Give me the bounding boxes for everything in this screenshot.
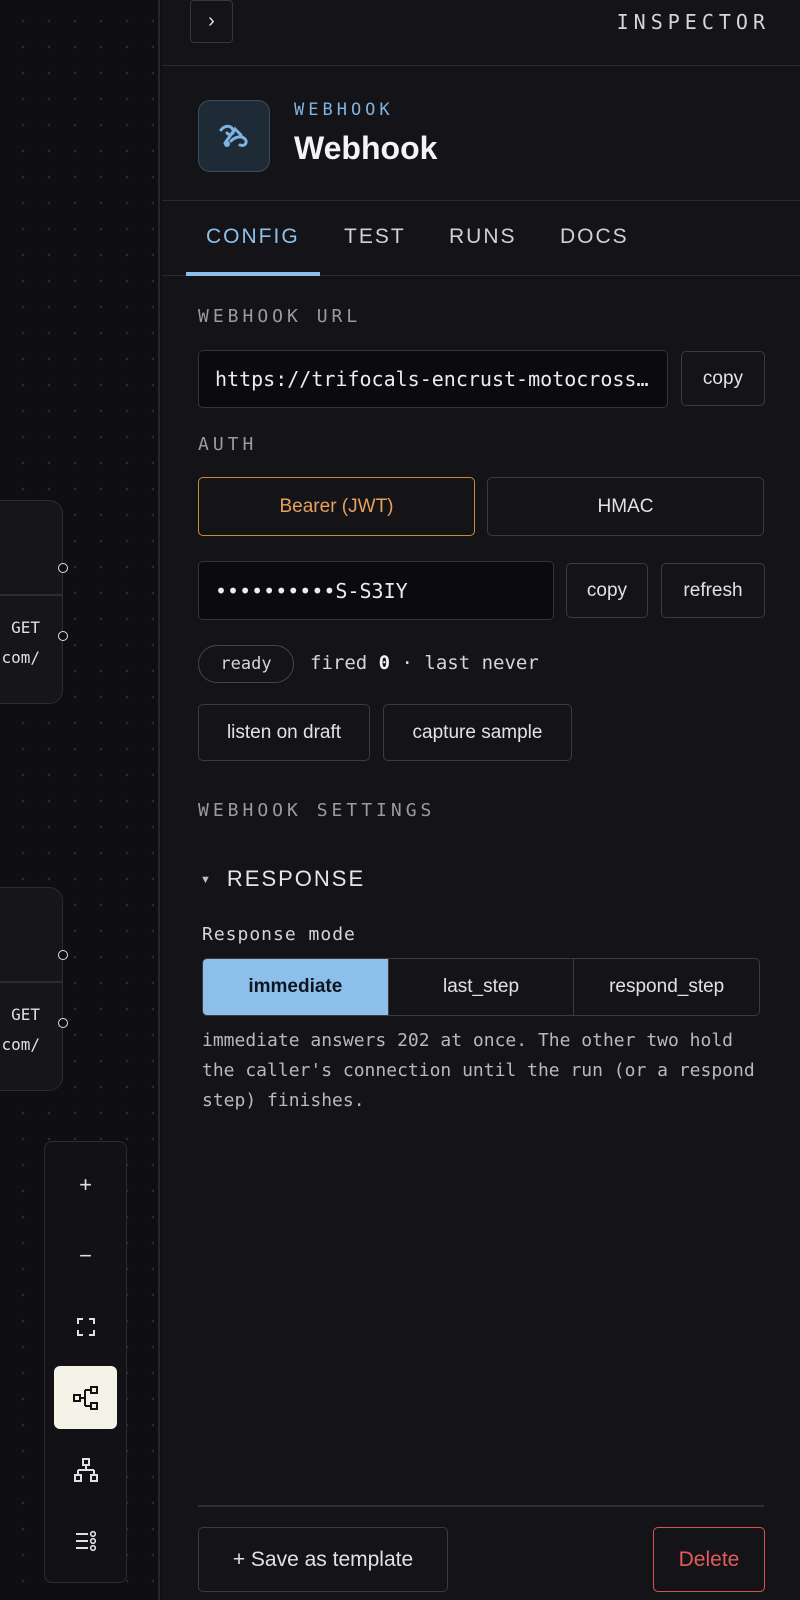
canvas-node-1[interactable]	[0, 500, 63, 704]
zoom-out-button[interactable]: −	[54, 1224, 117, 1287]
auth-label: AUTH	[198, 434, 258, 455]
zoom-in-icon: +	[79, 1171, 92, 1197]
list-layout-button[interactable]	[54, 1509, 117, 1572]
response-section-toggle[interactable]: ▼ RESPONSE	[200, 866, 365, 892]
response-mode-label: Response mode	[202, 924, 356, 945]
node-2-output-port[interactable]	[58, 950, 68, 960]
node-1-url: com/	[1, 648, 40, 667]
node-divider	[0, 981, 62, 983]
mode-respond-step[interactable]: respond_step	[574, 959, 759, 1015]
active-tab-indicator	[186, 272, 320, 276]
mode-immediate[interactable]: immediate	[203, 959, 389, 1015]
save-as-template-button[interactable]: + Save as template	[198, 1527, 448, 1592]
zoom-in-button[interactable]: +	[54, 1153, 117, 1216]
inspector-panel: › INSPECTOR WEBHOOK Webhook CONFIG TEST …	[162, 0, 800, 1600]
status-badge: ready	[198, 645, 294, 683]
flow-layout-button[interactable]	[54, 1366, 117, 1429]
tab-config[interactable]: CONFIG	[206, 225, 300, 249]
node-1-output-port[interactable]	[58, 563, 68, 573]
capture-sample-button[interactable]: capture sample	[383, 704, 572, 761]
response-mode-selector: immediate last_step respond_step	[202, 958, 760, 1016]
mode-last-step[interactable]: last_step	[389, 959, 575, 1015]
node-header: WEBHOOK Webhook	[162, 66, 800, 201]
auth-hmac-option[interactable]: HMAC	[487, 477, 764, 536]
webhook-icon	[198, 100, 270, 172]
listen-on-draft-button[interactable]: listen on draft	[198, 704, 370, 761]
auth-bearer-option[interactable]: Bearer (JWT)	[198, 477, 475, 536]
tab-test[interactable]: TEST	[344, 225, 406, 249]
inspector-tabs: CONFIG TEST RUNS DOCS	[162, 201, 800, 276]
copy-url-button[interactable]: copy	[681, 351, 765, 406]
webhook-url-value: https://trifocals-encrust-motocross.exam…	[215, 367, 651, 391]
canvas-toolbar: + −	[44, 1141, 127, 1583]
fired-prefix: fired	[310, 652, 379, 674]
tree-layout-icon	[73, 1457, 98, 1482]
fit-view-icon	[76, 1317, 95, 1336]
footer-divider	[198, 1505, 764, 1507]
node-2-method: GET	[11, 1005, 40, 1024]
zoom-out-icon: −	[79, 1242, 92, 1268]
node-2-output-port-2[interactable]	[58, 1018, 68, 1028]
fired-count: 0	[378, 652, 391, 674]
node-divider	[0, 594, 62, 596]
node-1-output-port-2[interactable]	[58, 631, 68, 641]
inspector-header: › INSPECTOR	[162, 0, 800, 66]
last-fired: · last never	[390, 652, 539, 674]
inspector-title: INSPECTOR	[616, 10, 770, 34]
fit-view-button[interactable]	[54, 1295, 117, 1358]
tree-layout-button[interactable]	[54, 1438, 117, 1501]
flow-layout-icon	[72, 1385, 98, 1410]
auth-token-field[interactable]: ••••••••••S-S3IY	[198, 561, 554, 620]
webhook-url-label: WEBHOOK URL	[198, 306, 362, 327]
collapse-panel-button[interactable]: ›	[190, 0, 233, 43]
node-name: Webhook	[294, 130, 438, 166]
response-mode-help: immediate answers 202 at once. The other…	[202, 1030, 755, 1111]
fire-status: fired 0 · last never	[310, 652, 539, 674]
tab-runs[interactable]: RUNS	[449, 225, 517, 249]
node-2-url: com/	[1, 1035, 40, 1054]
response-section-title: RESPONSE	[226, 866, 366, 891]
workflow-canvas[interactable]: GET com/ GET com/ + −	[0, 0, 160, 1600]
copy-token-button[interactable]: copy	[566, 563, 648, 618]
webhook-settings-label: WEBHOOK SETTINGS	[198, 800, 436, 821]
node-kind-label: WEBHOOK	[294, 100, 394, 120]
refresh-token-button[interactable]: refresh	[661, 563, 765, 618]
list-layout-icon	[75, 1530, 96, 1551]
webhook-url-field[interactable]: https://trifocals-encrust-motocross.exam…	[198, 350, 668, 408]
chevron-right-icon: ›	[208, 10, 215, 32]
tab-docs[interactable]: DOCS	[560, 225, 629, 249]
auth-token-value: ••••••••••S-S3IY	[215, 578, 408, 603]
caret-down-icon: ▼	[200, 874, 213, 887]
delete-button[interactable]: Delete	[653, 1527, 765, 1592]
canvas-node-2[interactable]	[0, 887, 63, 1091]
node-1-method: GET	[11, 618, 40, 637]
